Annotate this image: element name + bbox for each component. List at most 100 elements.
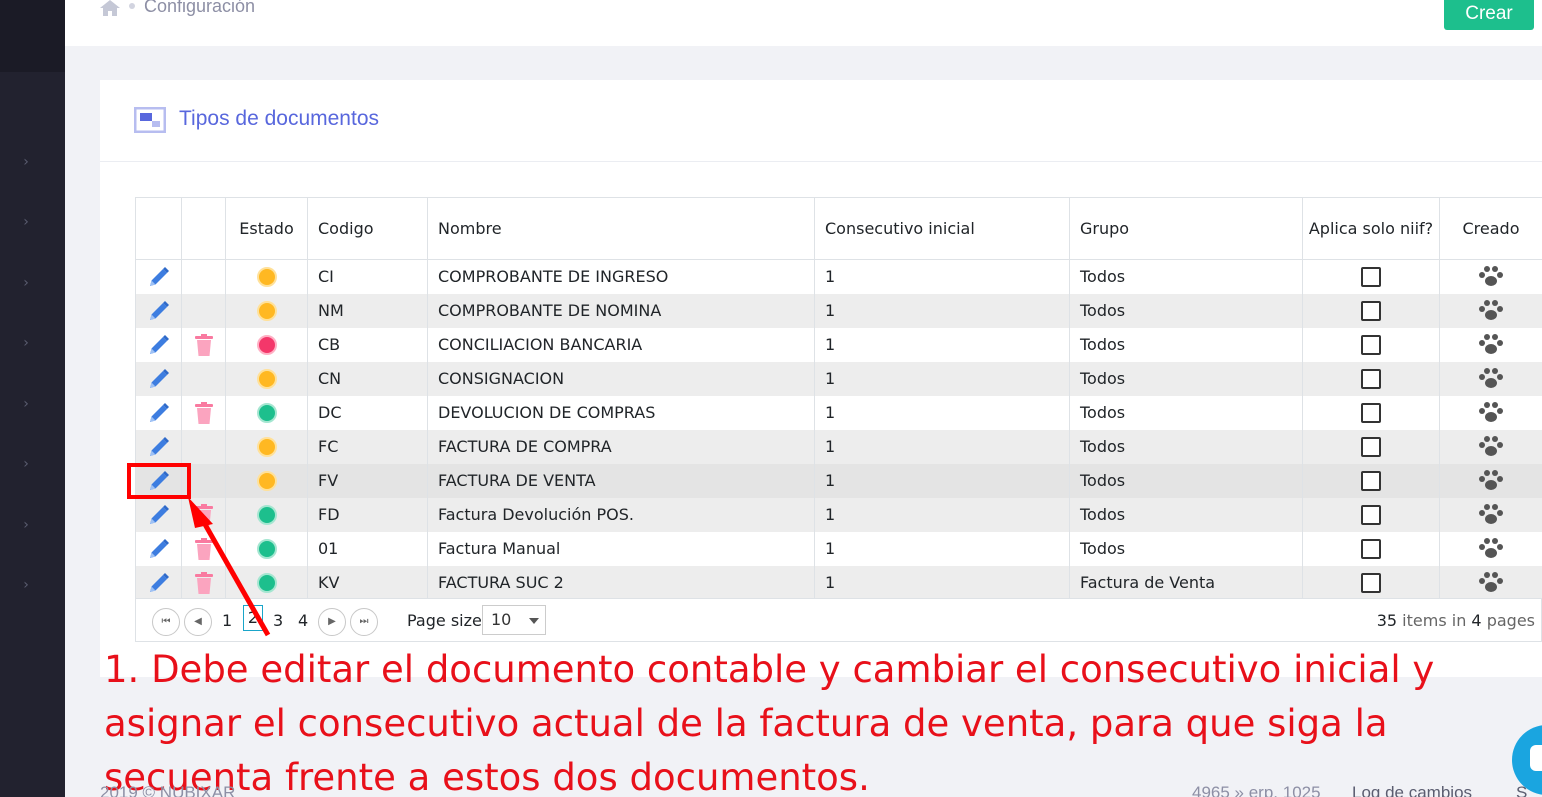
paw-icon[interactable] <box>1478 503 1504 524</box>
pencil-icon[interactable] <box>147 334 171 354</box>
first-page-button[interactable]: ⏮ <box>152 608 180 636</box>
edit-button[interactable] <box>135 497 182 532</box>
table-row[interactable]: CI COMPROBANTE DE INGRESO 1 Todos <box>135 259 1542 294</box>
pencil-icon[interactable] <box>147 538 171 558</box>
trash-icon[interactable] <box>193 333 215 356</box>
breadcrumb-current[interactable]: Configuración <box>144 0 255 17</box>
pencil-icon[interactable] <box>147 266 171 286</box>
paw-icon[interactable] <box>1478 435 1504 456</box>
table-row[interactable]: CB CONCILIACION BANCARIA 1 Todos <box>135 327 1542 362</box>
paw-icon[interactable] <box>1478 333 1504 354</box>
chevron-right-icon[interactable]: › <box>20 215 32 229</box>
edit-button[interactable] <box>135 565 182 600</box>
pencil-icon[interactable] <box>147 504 171 524</box>
table-row[interactable]: FV FACTURA DE VENTA 1 Todos <box>135 463 1542 498</box>
pencil-icon[interactable] <box>147 572 171 592</box>
chat-icon[interactable] <box>1530 745 1542 771</box>
pencil-icon[interactable] <box>147 436 171 456</box>
trash-icon[interactable] <box>193 401 215 424</box>
niif-checkbox[interactable] <box>1361 436 1381 457</box>
name-cell: FACTURA DE VENTA <box>427 463 815 498</box>
column-header-grupo[interactable]: Grupo <box>1069 197 1303 260</box>
page-link-3[interactable]: 3 <box>273 611 283 630</box>
chevron-right-icon[interactable]: › <box>20 457 32 471</box>
table-row[interactable]: FC FACTURA DE COMPRA 1 Todos <box>135 429 1542 464</box>
pager: ⏮ ◀ 1 2 3 4 ▶ ⏭ Page size: 10 35 items i… <box>135 598 1542 642</box>
niif-checkbox[interactable] <box>1361 538 1381 559</box>
chevron-right-icon[interactable]: › <box>20 518 32 532</box>
paw-icon[interactable] <box>1478 265 1504 286</box>
paw-icon[interactable] <box>1478 571 1504 592</box>
edit-button[interactable] <box>135 361 182 396</box>
column-header-niif[interactable]: Aplica solo niif? <box>1302 197 1440 260</box>
create-button[interactable]: Crear <box>1444 0 1534 30</box>
niif-cell <box>1302 259 1440 294</box>
page-link-1[interactable]: 1 <box>222 611 232 630</box>
table-row[interactable]: 01 Factura Manual 1 Todos <box>135 531 1542 566</box>
trash-icon[interactable] <box>193 571 215 594</box>
edit-button[interactable] <box>135 429 182 464</box>
niif-checkbox[interactable] <box>1361 368 1381 389</box>
table-row[interactable]: NM COMPROBANTE DE NOMINA 1 Todos <box>135 293 1542 328</box>
edit-button[interactable] <box>135 531 182 566</box>
chevron-right-icon[interactable]: › <box>20 397 32 411</box>
niif-checkbox[interactable] <box>1361 300 1381 321</box>
page-link-2[interactable]: 2 <box>243 605 263 631</box>
group-cell: Todos <box>1069 361 1303 396</box>
niif-checkbox[interactable] <box>1361 572 1381 593</box>
column-header-nombre[interactable]: Nombre <box>427 197 815 260</box>
chevron-right-icon[interactable]: › <box>20 578 32 592</box>
column-header-codigo[interactable]: Codigo <box>307 197 428 260</box>
column-header-creado[interactable]: Creado <box>1439 197 1542 260</box>
edit-button[interactable] <box>135 395 182 430</box>
home-icon[interactable] <box>100 0 120 16</box>
sidebar-logo-area <box>0 0 65 72</box>
group-cell: Todos <box>1069 429 1303 464</box>
table-row[interactable]: FD Factura Devolución POS. 1 Todos <box>135 497 1542 532</box>
trash-icon[interactable] <box>193 537 215 560</box>
column-header-consecutivo[interactable]: Consecutivo inicial <box>814 197 1070 260</box>
delete-cell <box>181 293 226 328</box>
pencil-icon[interactable] <box>147 368 171 388</box>
group-cell: Todos <box>1069 531 1303 566</box>
trash-icon[interactable] <box>193 503 215 526</box>
chevron-right-icon[interactable]: › <box>20 336 32 350</box>
table-row[interactable]: CN CONSIGNACION 1 Todos <box>135 361 1542 396</box>
edit-button[interactable] <box>135 293 182 328</box>
chevron-right-icon[interactable]: › <box>20 276 32 290</box>
paw-icon[interactable] <box>1478 469 1504 490</box>
delete-cell[interactable] <box>181 395 226 430</box>
pencil-icon[interactable] <box>147 402 171 422</box>
table-row[interactable]: DC DEVOLUCION DE COMPRAS 1 Todos <box>135 395 1542 430</box>
last-page-button[interactable]: ⏭ <box>350 608 378 636</box>
paw-icon[interactable] <box>1478 299 1504 320</box>
niif-checkbox[interactable] <box>1361 334 1381 355</box>
column-header-estado[interactable]: Estado <box>225 197 308 260</box>
niif-checkbox[interactable] <box>1361 470 1381 491</box>
delete-cell[interactable] <box>181 531 226 566</box>
next-page-button[interactable]: ▶ <box>318 608 346 636</box>
niif-cell <box>1302 327 1440 362</box>
pencil-icon[interactable] <box>147 300 171 320</box>
niif-checkbox[interactable] <box>1361 504 1381 525</box>
paw-icon[interactable] <box>1478 537 1504 558</box>
niif-checkbox[interactable] <box>1361 267 1381 287</box>
page-size-select[interactable]: 10 <box>482 605 546 635</box>
prev-page-button[interactable]: ◀ <box>184 608 212 636</box>
edit-button[interactable] <box>135 259 182 294</box>
delete-cell[interactable] <box>181 565 226 600</box>
paw-icon[interactable] <box>1478 401 1504 422</box>
created-cell <box>1439 497 1542 532</box>
delete-cell[interactable] <box>181 327 226 362</box>
edit-button[interactable] <box>135 327 182 362</box>
delete-cell[interactable] <box>181 497 226 532</box>
table-row[interactable]: KV FACTURA SUC 2 1 Factura de Venta <box>135 565 1542 600</box>
niif-cell <box>1302 361 1440 396</box>
status-cell <box>225 463 308 498</box>
paw-icon[interactable] <box>1478 367 1504 388</box>
changelog-link[interactable]: Log de cambios <box>1352 783 1472 797</box>
status-dot-icon <box>256 538 277 559</box>
chevron-right-icon[interactable]: › <box>20 155 32 169</box>
page-link-4[interactable]: 4 <box>298 611 308 630</box>
niif-checkbox[interactable] <box>1361 402 1381 423</box>
